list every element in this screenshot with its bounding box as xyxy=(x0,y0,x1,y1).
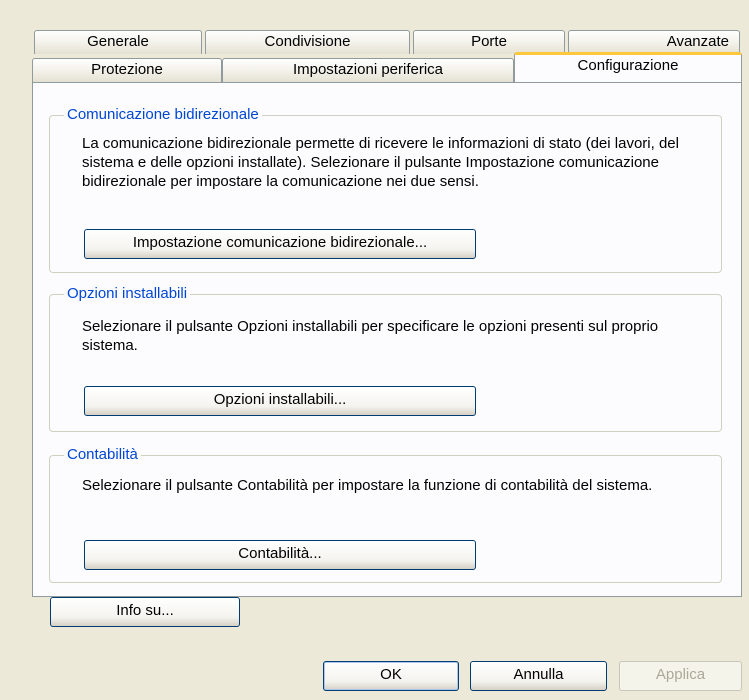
tab-panel-configurazione: Comunicazione bidirezionale La comunicaz… xyxy=(32,82,742,627)
printer-properties-dialog: Generale Condivisione Porte Avanzate Pro… xyxy=(0,0,749,700)
cancel-button[interactable]: Annulla xyxy=(470,661,607,691)
ok-button[interactable]: OK xyxy=(323,661,459,691)
accounting-button[interactable]: Contabilità... xyxy=(84,540,476,570)
tab-generale[interactable]: Generale xyxy=(34,30,202,54)
group-bidirectional-communication: Comunicazione bidirezionale La comunicaz… xyxy=(49,106,722,273)
group-title-installable-options: Opzioni installabili xyxy=(64,285,191,303)
tab-protezione[interactable]: Protezione xyxy=(32,58,222,82)
tab-avanzate[interactable]: Avanzate xyxy=(568,30,740,54)
bidirectional-settings-button[interactable]: Impostazione comunicazione bidirezionale… xyxy=(84,229,476,259)
group-accounting: Contabilità Selezionare il pulsante Cont… xyxy=(49,446,722,583)
tab-porte[interactable]: Porte xyxy=(413,30,565,54)
group-desc-accounting: Selezionare il pulsante Contabilità per … xyxy=(82,477,653,494)
about-button[interactable]: Info su... xyxy=(50,597,240,627)
tab-condivisione[interactable]: Condivisione xyxy=(205,30,410,54)
group-installable-options: Opzioni installabili Selezionare il puls… xyxy=(49,285,722,432)
group-desc-installable-options: Selezionare il pulsante Opzioni installa… xyxy=(82,318,659,354)
tab-impostazioni-periferica[interactable]: Impostazioni periferica xyxy=(222,58,514,82)
tab-configurazione[interactable]: Configurazione xyxy=(514,52,742,82)
group-title-accounting: Contabilità xyxy=(64,446,141,464)
group-title-bidirectional: Comunicazione bidirezionale xyxy=(64,106,262,124)
group-desc-bidirectional: La comunicazione bidirezionale permette … xyxy=(82,135,679,190)
installable-options-button[interactable]: Opzioni installabili... xyxy=(84,386,476,416)
apply-button[interactable]: Applica xyxy=(619,661,742,691)
